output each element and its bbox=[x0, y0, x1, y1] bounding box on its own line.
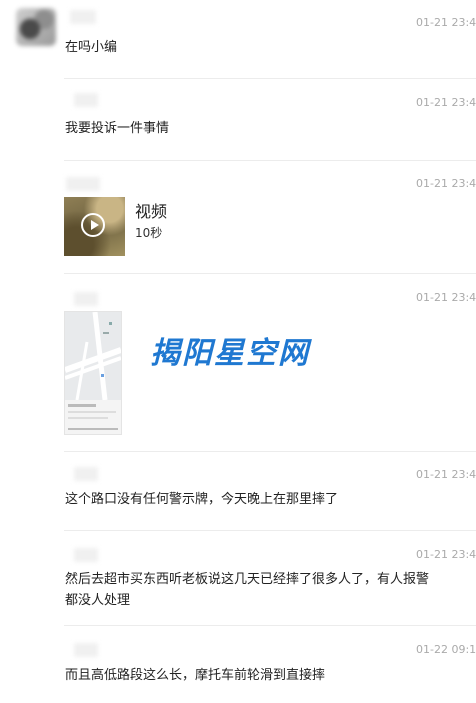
sender-name-blurred bbox=[74, 467, 98, 481]
divider bbox=[64, 451, 476, 452]
image-attachment[interactable] bbox=[64, 311, 122, 435]
sender-name-blurred bbox=[74, 643, 98, 657]
message-text: 我要投诉一件事情 bbox=[65, 121, 170, 136]
divider bbox=[64, 160, 476, 161]
text-line bbox=[68, 404, 96, 407]
text-line bbox=[68, 428, 118, 430]
divider bbox=[64, 530, 476, 531]
message-time: 01-21 23:42 bbox=[416, 468, 476, 481]
text-line bbox=[68, 417, 108, 419]
message-time: 01-21 23:41 bbox=[416, 177, 476, 190]
message-text: 而且高低路段这么长，摩托车前轮滑到直接摔 bbox=[65, 668, 326, 683]
message-time: 01-21 23:42 bbox=[416, 291, 476, 304]
sender-name-blurred bbox=[74, 292, 98, 306]
sender-name-blurred bbox=[74, 548, 98, 562]
map-roads bbox=[65, 312, 121, 401]
message-time: 01-22 09:11 bbox=[416, 643, 476, 656]
divider bbox=[64, 78, 476, 79]
avatar[interactable] bbox=[16, 8, 56, 46]
text-line bbox=[68, 411, 116, 413]
message-text: 这个路口没有任何警示牌，今天晚上在那里摔了 bbox=[65, 492, 339, 507]
message-time: 01-21 23:41 bbox=[416, 16, 476, 29]
message-text-line-1: 然后去超市买东西听老板说这几天已经摔了很多人了，有人报警 bbox=[65, 572, 430, 587]
message-text: 在吗小编 bbox=[65, 40, 118, 55]
sender-name-blurred bbox=[70, 10, 96, 24]
sender-name-blurred bbox=[66, 177, 100, 191]
watermark-logo: 揭阳星空网 bbox=[150, 336, 310, 371]
sender-name-blurred bbox=[74, 93, 98, 107]
video-title[interactable]: 视频 bbox=[135, 198, 167, 222]
divider bbox=[64, 273, 476, 274]
message-text-line-2: 都没人处理 bbox=[65, 593, 131, 608]
video-duration: 10秒 bbox=[135, 226, 163, 240]
map-thumbnail bbox=[65, 312, 121, 401]
play-icon[interactable] bbox=[81, 213, 105, 237]
message-time: 01-21 23:41 bbox=[416, 96, 476, 109]
video-thumbnail[interactable] bbox=[64, 197, 125, 256]
divider bbox=[64, 625, 476, 626]
message-time: 01-21 23:43 bbox=[416, 548, 476, 561]
